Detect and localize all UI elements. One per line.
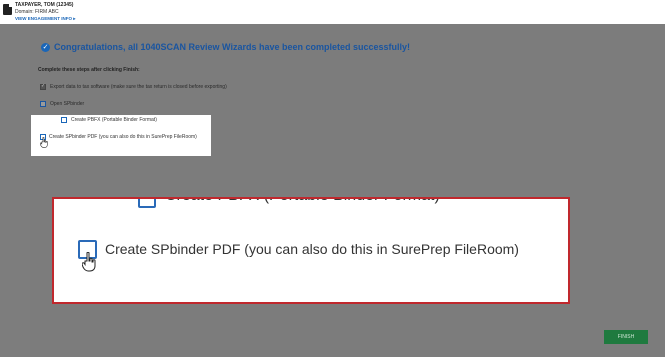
open-spbinder-checkbox[interactable] xyxy=(40,101,46,107)
congrats-title: Congratulations, all 1040SCAN Review Wiz… xyxy=(54,42,411,52)
wizard-panel xyxy=(30,30,665,357)
zoom-create-pbfx-checkbox[interactable] xyxy=(138,199,156,208)
header-bar: TAXPAYER, TOM (12345) Domain: FIRM ABC V… xyxy=(0,0,665,24)
open-spbinder-label: Open SPbinder xyxy=(50,101,85,107)
finish-button[interactable]: FINISH xyxy=(604,330,648,344)
create-pbfx-label: Create PBFX (Portable Binder Format) xyxy=(71,117,157,123)
highlight-region: Create PBFX (Portable Binder Format) Cre… xyxy=(31,115,211,156)
document-icon xyxy=(3,4,12,15)
create-pdf-label: Create SPbinder PDF (you can also do thi… xyxy=(49,134,197,140)
hand-cursor-icon xyxy=(82,252,96,272)
check-circle-icon: ✓ xyxy=(41,43,50,52)
zoom-callout: Create PBFX (Portable Binder Format) Cre… xyxy=(52,197,570,304)
view-engagement-link[interactable]: VIEW ENGAGEMENT INFO ▸ xyxy=(15,16,76,22)
steps-heading: Complete these steps after clicking Fini… xyxy=(38,67,140,73)
zoom-create-pbfx-label: Create PBFX (Portable Binder Format) xyxy=(165,199,440,205)
export-label: Export data to tax software (make sure t… xyxy=(50,84,227,90)
create-pbfx-checkbox[interactable] xyxy=(61,117,67,123)
export-checkbox[interactable] xyxy=(40,83,46,90)
hand-cursor-icon xyxy=(40,137,48,148)
taxpayer-name: TAXPAYER, TOM (12345) xyxy=(15,2,74,8)
domain-label: Domain: FIRM ABC xyxy=(15,9,59,15)
zoom-create-pdf-label: Create SPbinder PDF (you can also do thi… xyxy=(105,241,519,257)
